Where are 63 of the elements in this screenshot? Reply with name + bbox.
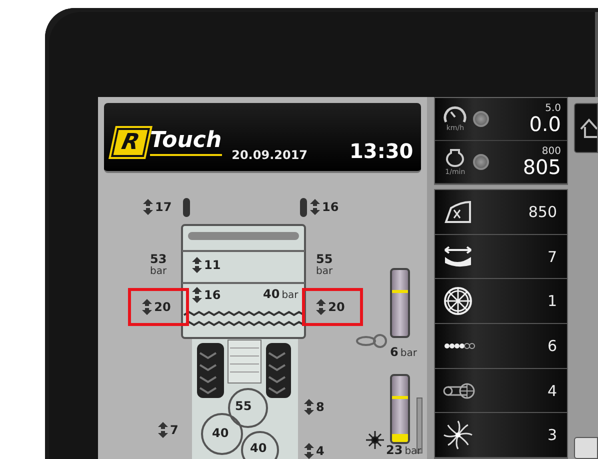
pressure-value: 23 (386, 443, 403, 457)
pressure-gauge (390, 374, 410, 444)
rotor-speed: 55 (235, 399, 252, 413)
bale-width-icon (443, 244, 474, 268)
indicator-lamp (473, 154, 490, 170)
belt-drive-icon (443, 382, 476, 400)
date-text: 20.09.2017 (232, 148, 308, 162)
pressure-gauge (390, 268, 410, 338)
engine-icon (444, 148, 466, 168)
lift-arrows-icon (158, 422, 168, 438)
pressure-value: 53 (150, 253, 167, 266)
lift-arrows-icon (316, 299, 326, 315)
logo-letter: R (110, 128, 150, 157)
counter-value: 4 (547, 382, 557, 400)
logo-word: Touch (150, 129, 222, 156)
pickup-rotor-icon (443, 420, 474, 450)
lift-arrows-icon (304, 443, 314, 459)
lift-value: 7 (170, 423, 178, 437)
counter-value: 7 (547, 248, 557, 266)
lift-arrows-icon (142, 299, 152, 315)
wheel-icon (443, 286, 474, 316)
lift-value: 17 (155, 200, 172, 214)
rotor-speed: 40 (250, 441, 267, 455)
pressure-value: 40 (263, 287, 280, 301)
pressure-unit: bar (404, 446, 422, 457)
lift-value: 11 (204, 258, 221, 272)
pressure-unit: bar (282, 290, 298, 301)
pressure-unit: bar (400, 348, 417, 359)
support-post (183, 198, 190, 217)
actual-value: 0.0 (529, 114, 561, 134)
pickup-rotor-icon (366, 431, 384, 449)
lift-value: 20 (328, 300, 345, 314)
actual-value: 805 (522, 157, 561, 177)
pressure-value: 55 (316, 253, 333, 266)
lift-value: 16 (322, 200, 339, 214)
side-button[interactable] (574, 437, 598, 459)
pressure-unit: bar (150, 266, 167, 278)
lift-arrows-icon (192, 257, 202, 273)
lift-arrows-icon (304, 399, 314, 415)
support-post (300, 198, 307, 217)
counter-value: 1 (547, 292, 557, 310)
belt-drive-icon (356, 334, 387, 348)
counter-value: 6 (547, 336, 557, 355)
field-area-icon (443, 200, 474, 224)
time-text: 13:30 (350, 139, 414, 163)
side-button[interactable] (574, 103, 598, 153)
indicator-lamp (473, 111, 490, 127)
rotor-speed: 40 (212, 426, 229, 440)
lift-arrows-icon (310, 199, 320, 215)
counter-value: 3 (547, 426, 557, 444)
speedometer-icon (443, 106, 468, 124)
setpoint-value: 5.0 (545, 104, 561, 114)
lift-value: 20 (154, 300, 171, 314)
pressure-value: 6 (390, 345, 398, 359)
lift-arrows-icon (192, 287, 202, 303)
setpoint-value: 800 (542, 147, 561, 157)
pressure-unit: bar (316, 266, 333, 278)
chain-links-icon (443, 340, 476, 351)
counter-value: 850 (528, 202, 557, 221)
lift-value: 4 (316, 444, 324, 458)
lift-arrows-icon (143, 199, 153, 215)
lift-value: 8 (316, 400, 324, 414)
lift-value: 16 (204, 288, 221, 302)
